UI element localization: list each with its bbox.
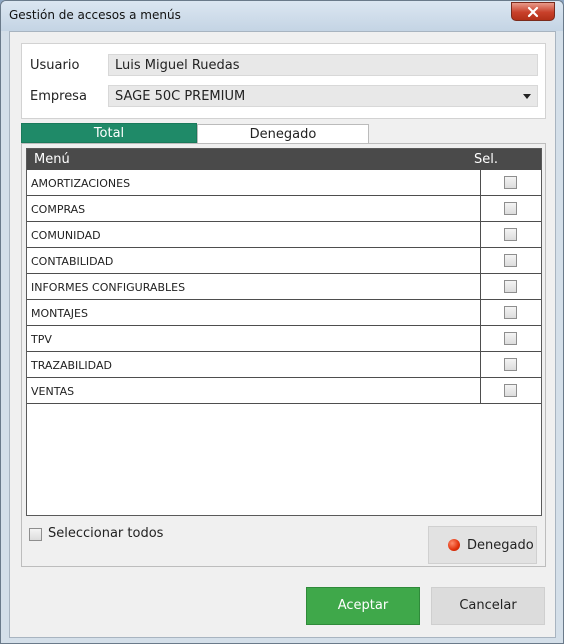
close-button[interactable] <box>511 2 555 21</box>
menu-name-cell: INFORMES CONFIGURABLES <box>31 281 186 294</box>
close-icon <box>527 6 539 17</box>
dialog-window: Gestión de accesos a menús Usuario Luis … <box>0 0 564 644</box>
empresa-value: SAGE 50C PREMIUM <box>115 89 246 104</box>
column-separator <box>480 196 481 222</box>
column-separator <box>480 352 481 378</box>
window-title: Gestión de accesos a menús <box>9 8 181 22</box>
denegado-button-label: Denegado <box>467 538 534 553</box>
denegado-button[interactable]: Denegado <box>428 526 537 564</box>
table-row[interactable]: INFORMES CONFIGURABLES <box>27 274 541 300</box>
row-select-checkbox[interactable] <box>504 228 517 241</box>
chevron-down-icon[interactable] <box>523 94 531 99</box>
tab-total[interactable]: Total <box>21 123 197 143</box>
table-row[interactable]: MONTAJES <box>27 300 541 326</box>
usuario-field[interactable]: Luis Miguel Ruedas <box>108 54 538 76</box>
select-all-label[interactable]: Seleccionar todos <box>48 526 163 541</box>
row-select-checkbox[interactable] <box>504 176 517 189</box>
tab-panel-total: Menú Sel. AMORTIZACIONES COMPRAS COMUNIDAD… <box>21 143 546 567</box>
row-select-checkbox[interactable] <box>504 254 517 267</box>
menu-name-cell: COMPRAS <box>31 203 86 216</box>
dialog-client-area: Usuario Luis Miguel Ruedas Empresa SAGE … <box>9 31 556 638</box>
menu-name-cell: MONTAJES <box>31 307 88 320</box>
menu-grid: Menú Sel. AMORTIZACIONES COMPRAS COMUNIDAD… <box>26 148 542 516</box>
grid-header: Menú Sel. <box>27 149 541 170</box>
row-select-checkbox[interactable] <box>504 202 517 215</box>
column-separator <box>480 248 481 274</box>
table-row[interactable]: COMUNIDAD <box>27 222 541 248</box>
row-select-checkbox[interactable] <box>504 332 517 345</box>
menu-name-cell: TRAZABILIDAD <box>31 359 112 372</box>
menu-name-cell: COMUNIDAD <box>31 229 101 242</box>
column-separator <box>480 170 481 196</box>
column-header-sel[interactable]: Sel. <box>474 152 498 167</box>
title-bar[interactable]: Gestión de accesos a menús <box>1 1 563 31</box>
empresa-combobox[interactable]: SAGE 50C PREMIUM <box>108 85 538 107</box>
row-select-checkbox[interactable] <box>504 358 517 371</box>
tab-denegado[interactable]: Denegado <box>197 124 369 144</box>
row-select-checkbox[interactable] <box>504 280 517 293</box>
table-row[interactable]: TRAZABILIDAD <box>27 352 541 378</box>
column-separator <box>480 300 481 326</box>
usuario-label: Usuario <box>30 58 80 73</box>
user-company-panel: Usuario Luis Miguel Ruedas Empresa SAGE … <box>21 43 546 119</box>
menu-name-cell: TPV <box>31 333 52 346</box>
table-row[interactable]: COMPRAS <box>27 196 541 222</box>
red-dot-icon <box>448 539 460 551</box>
column-separator <box>480 274 481 300</box>
row-select-checkbox[interactable] <box>504 384 517 397</box>
menu-name-cell: CONTABILIDAD <box>31 255 114 268</box>
column-separator <box>480 222 481 248</box>
table-row[interactable]: TPV <box>27 326 541 352</box>
table-row[interactable]: VENTAS <box>27 378 541 404</box>
cancel-button[interactable]: Cancelar <box>431 587 545 625</box>
table-row[interactable]: AMORTIZACIONES <box>27 170 541 196</box>
column-separator <box>480 326 481 352</box>
accept-button[interactable]: Aceptar <box>306 587 420 625</box>
empresa-label: Empresa <box>30 89 87 104</box>
column-separator <box>480 378 481 404</box>
menu-name-cell: AMORTIZACIONES <box>31 177 131 190</box>
column-header-menu[interactable]: Menú <box>34 152 70 167</box>
select-all-checkbox[interactable] <box>29 528 42 541</box>
menu-name-cell: VENTAS <box>31 385 75 398</box>
table-row[interactable]: CONTABILIDAD <box>27 248 541 274</box>
row-select-checkbox[interactable] <box>504 306 517 319</box>
